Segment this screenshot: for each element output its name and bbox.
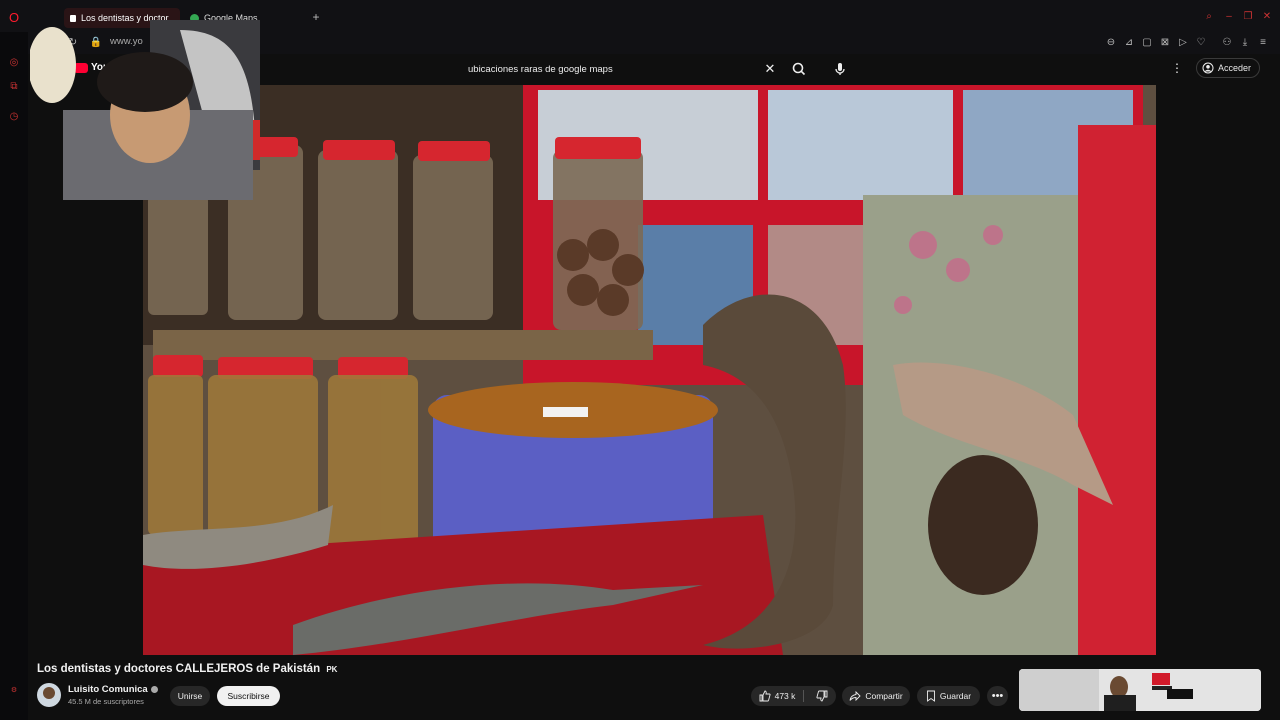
like-button[interactable]: 473 k — [759, 690, 805, 702]
like-dislike-group: 473 k — [751, 686, 836, 706]
more-icon: ••• — [991, 689, 1004, 702]
video-player[interactable] — [143, 85, 1156, 655]
sidebar-item-icon[interactable]: ⧉ — [7, 80, 21, 94]
heart-icon[interactable]: ♡ — [1194, 36, 1208, 50]
dislike-icon — [816, 690, 828, 702]
channel-avatar[interactable] — [37, 683, 61, 707]
close-icon[interactable]: ✕ — [763, 61, 777, 75]
download-icon[interactable]: ⤓ — [1238, 36, 1252, 50]
subscriber-count: 45.5 M de suscriptores — [68, 697, 144, 706]
sidebar-settings-icon[interactable]: ⚙ — [7, 683, 21, 697]
join-button[interactable]: Unirse — [170, 686, 210, 706]
profile-icon[interactable]: ⚇ — [1220, 36, 1234, 50]
subscribe-button[interactable]: Suscribirse — [217, 686, 280, 706]
account-icon — [1202, 62, 1214, 74]
flag-tag: PK — [326, 665, 338, 674]
share-label: Compartir — [865, 691, 903, 701]
save-button[interactable]: Guardar — [917, 686, 980, 706]
channel-info: Luisito Comunica 45.5 M de suscriptores — [68, 684, 158, 706]
minimize-icon[interactable]: – — [1222, 10, 1236, 24]
recommended-video-thumbnail[interactable] — [1019, 669, 1261, 711]
new-tab-button[interactable]: + — [309, 10, 323, 24]
browser-sidebar: ◎ ⧉ ◷ ⚙ — [0, 32, 28, 720]
thumbnail-image — [1019, 669, 1261, 711]
more-actions-button[interactable]: ••• — [987, 686, 1008, 706]
adblock-icon[interactable]: ⊠ — [1158, 36, 1172, 50]
sidebar-history-icon[interactable]: ◷ — [7, 110, 21, 124]
subscribe-label: Suscribirse — [227, 691, 270, 701]
video-title-text: Los dentistas y doctores CALLEJEROS de P… — [37, 663, 321, 675]
like-count: 473 k — [774, 691, 796, 701]
video-title: Los dentistas y doctores CALLEJEROS de P… — [37, 663, 337, 675]
avatar-face — [43, 687, 55, 699]
share-button[interactable]: Compartir — [842, 686, 910, 706]
player-icon[interactable]: ▷ — [1176, 36, 1190, 50]
menu-icon[interactable]: ≡ — [1256, 36, 1270, 50]
verified-icon — [150, 686, 158, 693]
save-icon — [926, 690, 935, 702]
search-icon — [792, 62, 806, 76]
video-frame-image — [143, 85, 1156, 655]
webcam-image — [28, 20, 260, 200]
signin-label: Acceder — [1218, 63, 1252, 73]
pin-icon[interactable]: ⊿ — [1122, 36, 1136, 50]
kebab-menu-icon[interactable]: ⋮ — [1170, 61, 1184, 75]
sidebar-item-icon[interactable]: ◎ — [7, 56, 21, 70]
join-label: Unirse — [177, 691, 203, 701]
search-tabs-icon[interactable]: ⌕ — [1202, 10, 1216, 24]
save-label: Guardar — [939, 691, 972, 701]
search-query: ubicaciones raras de google maps — [468, 63, 613, 75]
channel-name[interactable]: Luisito Comunica — [68, 684, 148, 695]
signin-button[interactable]: Acceder — [1196, 58, 1260, 78]
opera-logo-icon[interactable]: O — [7, 10, 21, 24]
maximize-icon[interactable]: ❐ — [1241, 10, 1255, 24]
dislike-button[interactable] — [808, 690, 828, 702]
microphone-icon — [835, 63, 845, 75]
search-button[interactable] — [789, 60, 809, 78]
streamer-webcam-overlay — [28, 20, 260, 200]
close-window-icon[interactable]: ✕ — [1260, 10, 1274, 24]
share-icon — [849, 690, 861, 702]
snapshot-icon[interactable]: ▢ — [1140, 36, 1154, 50]
like-icon — [759, 690, 771, 702]
voice-search-button[interactable] — [830, 59, 850, 79]
zoom-icon[interactable]: ⊖ — [1104, 36, 1118, 50]
